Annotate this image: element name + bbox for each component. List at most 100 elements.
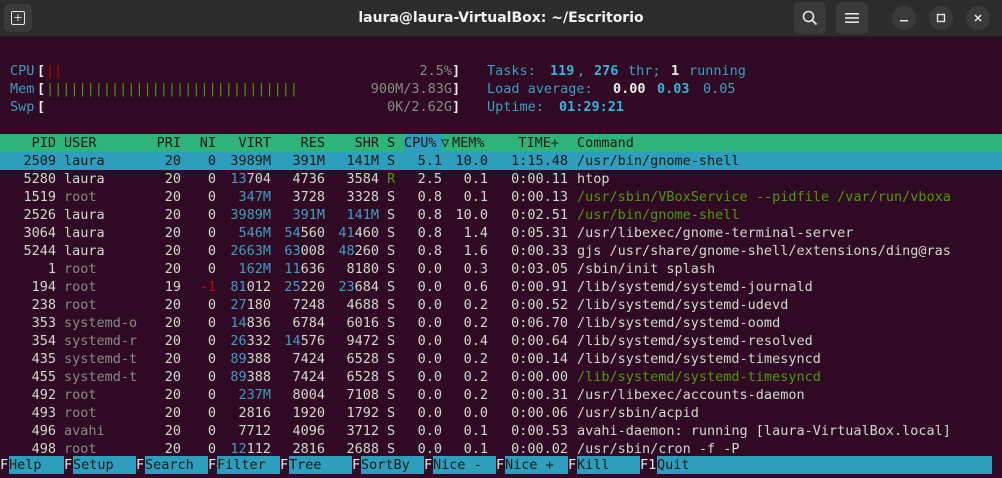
cell-command: /lib/systemd/systemd-journald xyxy=(577,279,813,295)
cell-shr: 9472 xyxy=(346,333,379,349)
cell-pri: 19 xyxy=(164,279,181,295)
process-row[interactable]: 496 avahi 20 0 7712 4096 3712 S 0.0 0.1 0:00.53 ava… xyxy=(0,422,1002,440)
process-row[interactable]: 2526 laura 20 0 3989M 391M 141M S 0.8 10.0 0:02.51… xyxy=(0,206,1002,224)
function-label-setup[interactable]: Setup xyxy=(73,456,136,474)
function-label-search[interactable]: Search xyxy=(145,456,208,474)
col-virt[interactable]: VIRT xyxy=(216,134,271,152)
process-row[interactable]: 194 root 19 -1 81012 25220 23684 S 0.0 0.6 0:00.91… xyxy=(0,278,1002,296)
process-row[interactable]: 493 root 20 0 2816 1920 1792 S 0.0 0.0 0:00.06/usr… xyxy=(0,404,1002,422)
cell-virt: 89388 xyxy=(230,351,271,367)
function-label-sortby[interactable]: SortBy xyxy=(361,456,424,474)
process-row[interactable]: 5244 laura 20 0 2663M 63008 48260 S 0.8 1.6 0:00.3… xyxy=(0,242,1002,260)
process-row[interactable]: 435 systemd-t 20 0 89388 7424 6528 S 0.0 0.2 0:00.… xyxy=(0,350,1002,368)
cell-mem: 1.6 xyxy=(463,243,488,259)
cell-shr: 141M xyxy=(346,153,379,169)
cell-ni: 0 xyxy=(207,225,216,241)
cell-shr: 48260 xyxy=(338,243,379,259)
terminal[interactable]: CPU [ || 2.5% ] Mem [ ||||||||||||||||||… xyxy=(0,40,1002,478)
cell-virt: 162M xyxy=(238,261,271,277)
close-button[interactable] xyxy=(966,6,990,30)
cell-ni: 0 xyxy=(207,153,216,169)
col-command[interactable]: Command xyxy=(577,134,634,152)
cell-time: 0:00.11 xyxy=(511,171,568,187)
cell-pid: 435 xyxy=(31,351,56,367)
minimize-button[interactable] xyxy=(892,6,916,30)
cell-shr: 3712 xyxy=(346,423,379,439)
cell-mem: 0.1 xyxy=(463,423,488,439)
cell-cpu: 0.8 xyxy=(417,225,442,241)
menu-button[interactable] xyxy=(836,2,868,34)
cell-virt: 3989M xyxy=(230,207,271,223)
cell-command: /lib/systemd/systemd-timesyncd xyxy=(577,351,821,367)
cpu-meter-bar: || xyxy=(46,63,63,79)
col-state[interactable]: S xyxy=(387,134,395,152)
cell-state: S xyxy=(387,261,396,277)
cell-pri: 20 xyxy=(164,261,181,277)
process-row[interactable]: 5280 laura 20 0 13704 4736 3584 R 2.5 0.1 0:00.11 h… xyxy=(0,170,1002,188)
cell-user: laura xyxy=(64,207,105,223)
cell-pri: 20 xyxy=(164,153,181,169)
cell-state: S xyxy=(387,315,396,331)
process-row[interactable]: 492 root 20 0 237M 8004 7108 S 0.0 0.2 0:00.31/usr… xyxy=(0,386,1002,404)
search-icon xyxy=(802,10,818,26)
process-row[interactable]: 1 root 20 0 162M 11636 8180 S 0.0 0.3 0:03.05/sbin… xyxy=(0,260,1002,278)
cell-user: laura xyxy=(64,171,105,187)
cell-time: 0:00.64 xyxy=(511,333,568,349)
col-user[interactable]: USER xyxy=(64,134,97,152)
cell-state: S xyxy=(387,189,396,205)
process-row[interactable]: 455 systemd-t 20 0 89388 7424 6528 S 0.0 0.2 0:00.… xyxy=(0,368,1002,386)
process-row[interactable]: 238 root 20 0 27180 7248 4688 S 0.0 0.2 0:00.52/li… xyxy=(0,296,1002,314)
cell-ni: 0 xyxy=(207,171,216,187)
col-pid[interactable]: PID xyxy=(0,134,56,152)
cell-shr: 141M xyxy=(346,207,379,223)
cell-command: /lib/systemd/systemd-timesyncd xyxy=(577,369,821,385)
cell-command: htop xyxy=(577,171,610,187)
col-mem[interactable]: MEM% xyxy=(452,134,485,152)
cell-pri: 20 xyxy=(164,333,181,349)
cell-pid: 492 xyxy=(31,387,56,403)
process-row[interactable]: 1519 root 20 0 347M 3728 3328 S 0.8 0.1 0:00.13/us… xyxy=(0,188,1002,206)
cell-virt: 89388 xyxy=(230,369,271,385)
cell-ni: -1 xyxy=(199,279,216,295)
cell-virt: 546M xyxy=(238,225,271,241)
function-label-filter[interactable]: Filter xyxy=(217,456,280,474)
maximize-button[interactable] xyxy=(929,6,953,30)
col-pri[interactable]: PRI xyxy=(128,134,181,152)
cell-res: 7424 xyxy=(292,351,325,367)
cell-user: systemd-r xyxy=(64,333,138,349)
cell-res: 4096 xyxy=(292,423,325,439)
cell-res: 4736 xyxy=(292,171,325,187)
function-label-quit[interactable]: Quit xyxy=(657,456,992,474)
function-label-nice[interactable]: Nice + xyxy=(505,456,568,474)
cell-pri: 20 xyxy=(164,297,181,313)
cell-shr: 3328 xyxy=(346,189,379,205)
col-cpu[interactable]: CPU% xyxy=(404,134,442,152)
mem-meter-bar: ||||||||||||||||||||||||||||||| xyxy=(46,81,298,97)
function-label-nice[interactable]: Nice - xyxy=(433,456,496,474)
col-shr[interactable]: SHR xyxy=(325,134,379,152)
function-label-tree[interactable]: Tree xyxy=(289,456,352,474)
cell-cpu: 0.0 xyxy=(417,279,442,295)
col-time[interactable]: TIME+ xyxy=(497,134,559,152)
col-res[interactable]: RES xyxy=(271,134,325,152)
uptime: Uptime: 01:29:21 xyxy=(487,99,625,115)
cell-pri: 20 xyxy=(164,171,181,187)
cell-command: /lib/systemd/systemd-oomd xyxy=(577,315,781,331)
cell-pid: 496 xyxy=(31,423,56,439)
cell-shr: 6528 xyxy=(346,351,379,367)
cell-pri: 20 xyxy=(164,207,181,223)
function-label-kill[interactable]: Kill xyxy=(577,456,640,474)
process-row[interactable]: 353 systemd-o 20 0 14836 6784 6016 S 0.0 0.2 0:06.… xyxy=(0,314,1002,332)
cell-command: /usr/sbin/acpid xyxy=(577,405,699,421)
search-button[interactable] xyxy=(794,2,826,34)
cell-mem: 1.4 xyxy=(463,225,488,241)
cell-res: 25220 xyxy=(284,279,325,295)
cell-time: 0:00.31 xyxy=(511,387,568,403)
cell-command: /lib/systemd/systemd-udevd xyxy=(577,297,789,313)
col-ni[interactable]: NI xyxy=(181,134,216,152)
process-row[interactable]: 354 systemd-r 20 0 26332 14576 9472 S 0.0 0.4 0:00… xyxy=(0,332,1002,350)
function-key-bar: F1HelpF2SetupF3SearchF4FilterF5TreeF6Sor… xyxy=(0,456,1002,474)
function-label-help[interactable]: Help xyxy=(9,456,64,474)
process-row[interactable]: 3064 laura 20 0 546M 54560 41460 S 0.8 1.4 0:05.31… xyxy=(0,224,1002,242)
process-row[interactable]: 2509 laura 20 0 3989M 391M 141M S 5.1 10.0 1:15.48… xyxy=(0,152,1002,170)
